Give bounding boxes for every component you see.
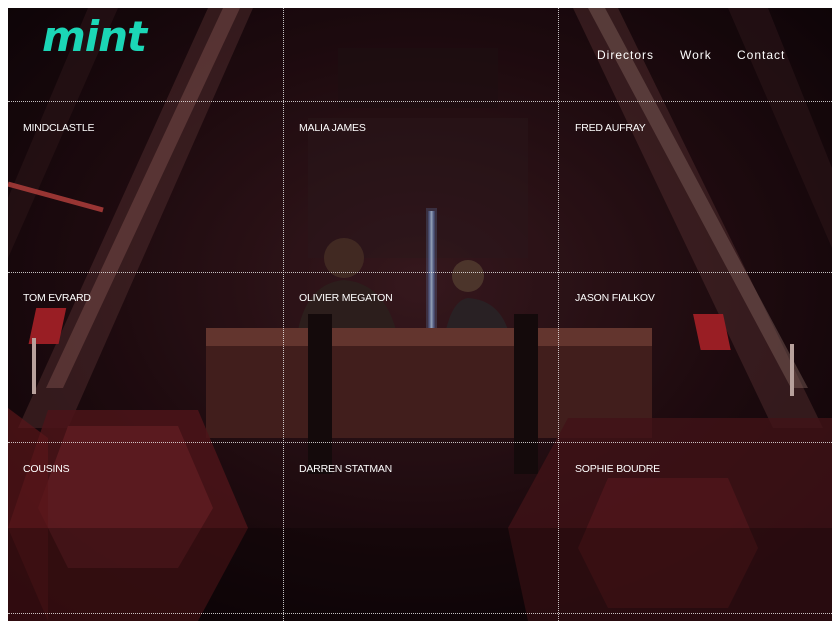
grid-line [8, 272, 832, 273]
background-scene [8, 8, 832, 621]
director-link[interactable]: MINDCLASTLE [23, 122, 95, 134]
director-link[interactable]: DARREN STATMAN [299, 463, 392, 475]
grid-line [8, 442, 832, 443]
grid-line [8, 613, 832, 614]
director-link[interactable]: FRED AUFRAY [575, 122, 646, 134]
nav-contact[interactable]: Contact [737, 48, 785, 62]
director-link[interactable]: SOPHIE BOUDRE [575, 463, 660, 475]
grid-line [283, 8, 284, 621]
director-link[interactable]: TOM EVRARD [23, 292, 91, 304]
director-link[interactable]: OLIVIER MEGATON [299, 292, 393, 304]
nav-work[interactable]: Work [680, 48, 712, 62]
director-link[interactable]: COUSINS [23, 463, 70, 475]
grid-line [8, 101, 832, 102]
director-link[interactable]: MALIA JAMES [299, 122, 366, 134]
logo[interactable]: mint [42, 16, 147, 58]
grid-line [558, 8, 559, 621]
director-link[interactable]: JASON FIALKOV [575, 292, 655, 304]
nav-directors[interactable]: Directors [597, 48, 654, 62]
directors-page: mint Directors Work Contact MINDCLASTLE … [8, 8, 832, 621]
